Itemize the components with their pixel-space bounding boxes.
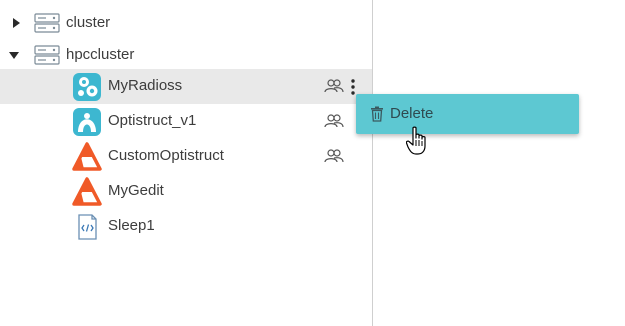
cluster-label: cluster	[66, 14, 111, 31]
altair-logo-icon	[72, 142, 102, 171]
cluster-label: hpccluster	[66, 46, 135, 63]
tree-node-customoptistruct[interactable]: CustomOptistruct	[0, 139, 372, 174]
context-menu: Delete	[356, 94, 579, 134]
trash-icon	[371, 106, 383, 122]
tree-node-optistruct-v1[interactable]: Optistruct_v1	[0, 104, 372, 139]
tree-node-mygedit[interactable]: MyGedit	[0, 174, 372, 209]
radioss-icon	[73, 73, 101, 101]
server-icon	[34, 45, 60, 65]
tree-node-myradioss[interactable]: MyRadioss	[0, 69, 372, 104]
hand-cursor-icon	[406, 126, 426, 155]
shared-users-icon	[324, 149, 344, 163]
tree-panel: cluster hpccluster MyRadioss Optistruct_…	[0, 0, 372, 326]
tree-node-hpccluster[interactable]: hpccluster	[0, 38, 372, 73]
delete-label: Delete	[390, 105, 434, 122]
app-label: MyRadioss	[108, 77, 183, 94]
shared-users-icon	[324, 114, 344, 128]
optistruct-icon	[73, 108, 101, 136]
server-icon	[34, 13, 60, 33]
tree-node-cluster[interactable]: cluster	[0, 6, 372, 41]
expand-caret-icon[interactable]	[13, 18, 20, 28]
app-label: Sleep1	[108, 217, 155, 234]
shared-users-icon	[324, 79, 344, 93]
app-label: CustomOptistruct	[108, 147, 224, 164]
tree-node-sleep1[interactable]: Sleep1	[0, 209, 372, 244]
collapse-caret-icon[interactable]	[9, 52, 19, 59]
panel-divider[interactable]	[372, 0, 373, 326]
app-label: MyGedit	[108, 182, 164, 199]
delete-menu-item[interactable]: Delete	[356, 94, 579, 134]
app-label: Optistruct_v1	[108, 112, 197, 129]
altair-logo-icon	[72, 177, 102, 206]
code-file-icon	[78, 214, 97, 240]
